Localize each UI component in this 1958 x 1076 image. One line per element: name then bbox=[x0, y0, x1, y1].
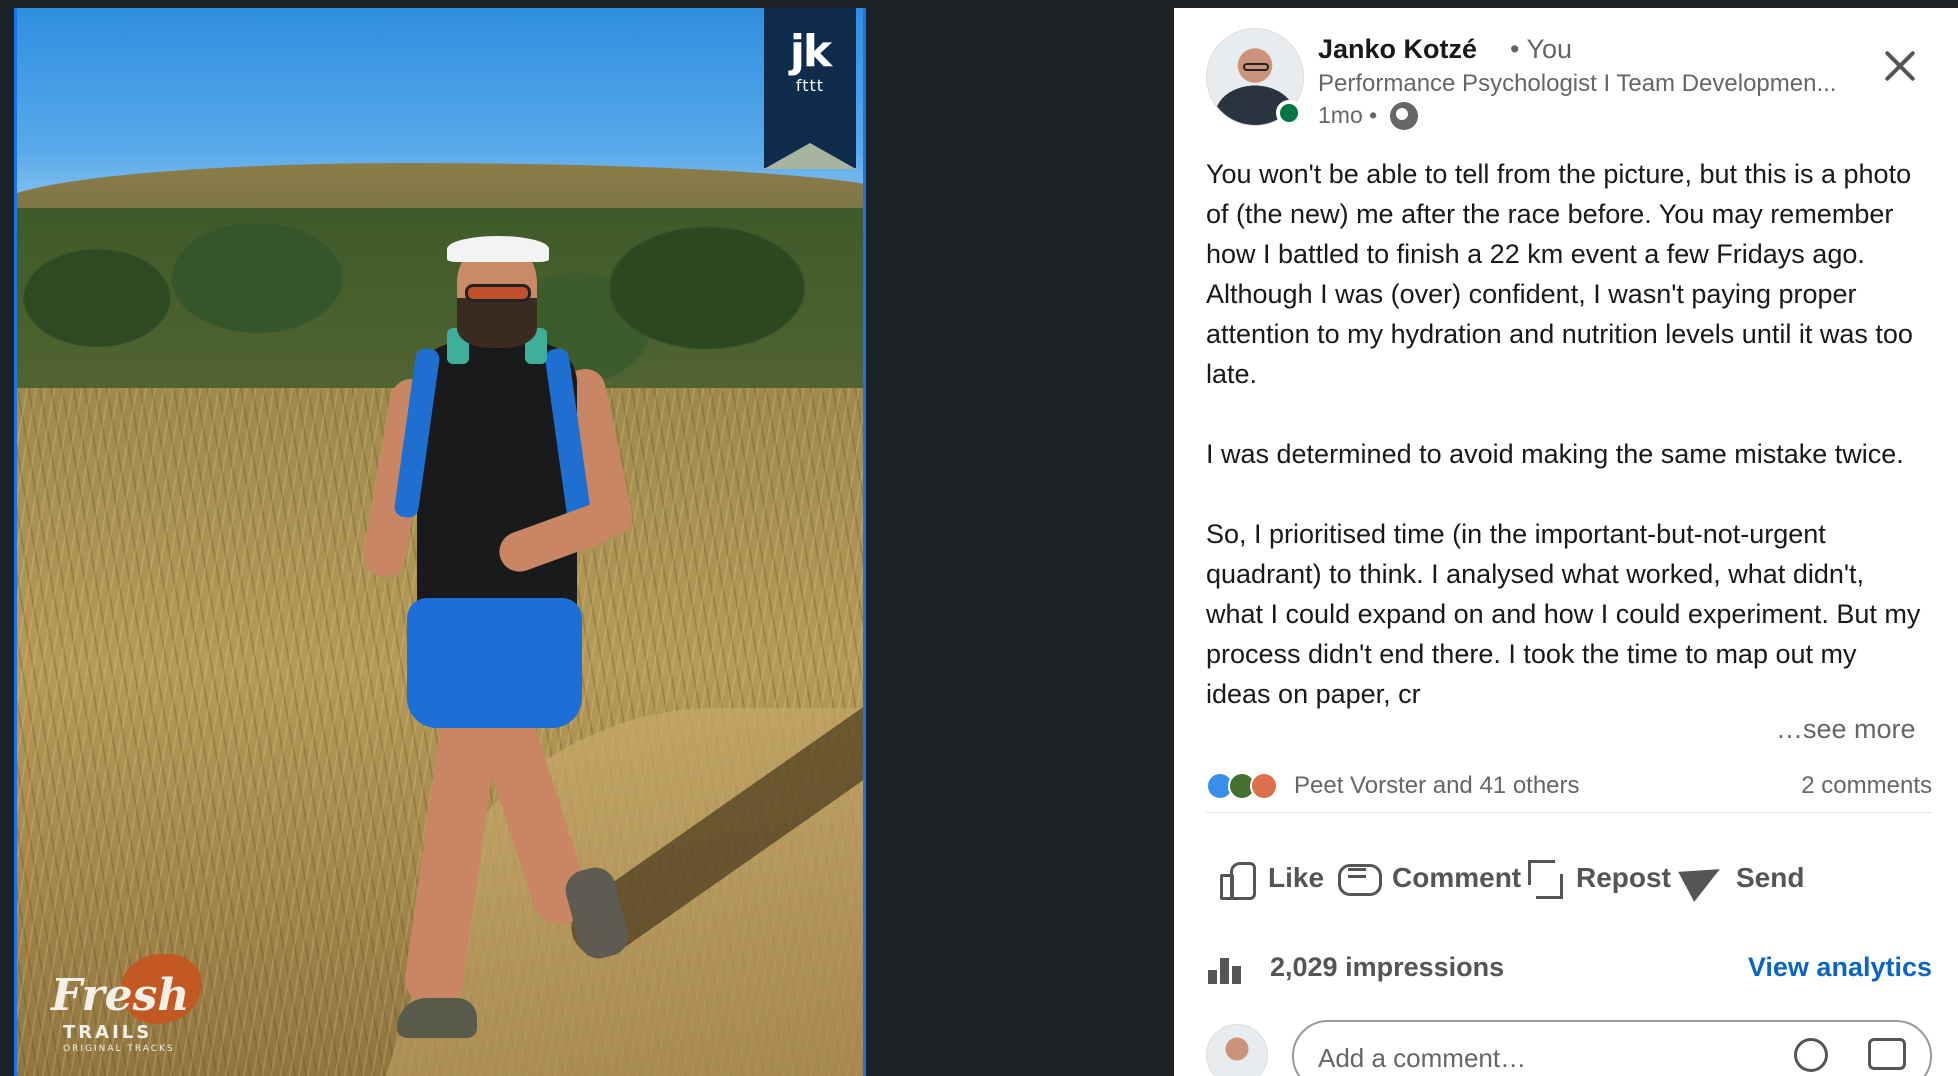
runner-sunglasses bbox=[465, 284, 531, 302]
reactions-count[interactable]: Peet Vorster and 41 others bbox=[1294, 772, 1580, 800]
post-text: You won't be able to tell from the pictu… bbox=[1206, 154, 1926, 714]
ribbon-logo-subtext: fttt bbox=[795, 76, 825, 95]
bar-chart-icon-bar bbox=[1232, 966, 1241, 984]
comment-button[interactable]: Comment bbox=[1336, 848, 1521, 908]
comment-label: Comment bbox=[1392, 862, 1522, 893]
send-icon bbox=[1682, 857, 1724, 899]
repost-label: Repost bbox=[1576, 862, 1671, 893]
comment-input[interactable] bbox=[1318, 1040, 1758, 1076]
repost-button[interactable]: Repost bbox=[1524, 848, 1671, 908]
close-icon[interactable] bbox=[1878, 44, 1922, 88]
viewer-avatar bbox=[1206, 1024, 1268, 1076]
author-relation: • You bbox=[1510, 34, 1573, 64]
author-headline: Performance Psychologist I Team Developm… bbox=[1318, 70, 1837, 97]
comment-icon bbox=[1336, 858, 1382, 898]
post-image[interactable]: jk fttt Fresh TRAILS ORIGINAL TRACKS bbox=[14, 8, 866, 1076]
social-actions: Like Comment Repost Send bbox=[1206, 848, 1946, 908]
bar-chart-icon-bar bbox=[1208, 970, 1217, 984]
post-paragraph: So, I prioritised time (in the important… bbox=[1206, 519, 1921, 709]
like-button[interactable]: Like bbox=[1216, 848, 1324, 908]
online-status-icon bbox=[1276, 100, 1302, 126]
image-viewer: jk fttt Fresh TRAILS ORIGINAL TRACKS bbox=[0, 0, 1174, 1076]
runner-figure bbox=[347, 228, 647, 1048]
runner-shorts bbox=[407, 598, 582, 728]
brand-ribbon-logo: jk fttt bbox=[764, 8, 856, 169]
repost-icon bbox=[1524, 856, 1564, 900]
send-label: Send bbox=[1736, 862, 1805, 893]
see-more-link[interactable]: …see more bbox=[1764, 714, 1916, 745]
logo-fresh-text: Fresh bbox=[51, 970, 190, 1021]
like-icon bbox=[1216, 858, 1256, 900]
divider bbox=[1206, 812, 1932, 813]
impressions-count: 2,029 impressions bbox=[1270, 952, 1505, 982]
view-analytics-link[interactable]: View analytics bbox=[1748, 952, 1932, 983]
bar-chart-icon-bar bbox=[1220, 958, 1229, 984]
comments-count[interactable]: 2 comments bbox=[1801, 772, 1932, 800]
post-modal: jk fttt Fresh TRAILS ORIGINAL TRACKS Jan… bbox=[0, 0, 1958, 1076]
image-icon[interactable] bbox=[1868, 1038, 1906, 1070]
bar-chart-icon bbox=[1206, 952, 1246, 984]
runner-visor bbox=[447, 236, 549, 262]
logo-sub-text: ORIGINAL TRACKS bbox=[63, 1044, 175, 1054]
reactions-bar: Peet Vorster and 41 others 2 comments bbox=[1206, 766, 1932, 806]
globe-icon bbox=[1390, 102, 1418, 130]
author-name[interactable]: Janko Kotzé bbox=[1318, 34, 1477, 65]
avatar-glasses bbox=[1243, 63, 1269, 71]
post-paragraph: I was determined to avoid making the sam… bbox=[1206, 439, 1904, 469]
ribbon-logo-text: jk bbox=[789, 26, 832, 77]
impressions-row: 2,029 impressions View analytics bbox=[1206, 948, 1932, 988]
runner-shoe-left bbox=[397, 998, 477, 1038]
runner-beard bbox=[457, 298, 537, 348]
runner-shoe-right bbox=[561, 863, 633, 963]
fresh-trails-logo: Fresh TRAILS ORIGINAL TRACKS bbox=[51, 948, 211, 1058]
comment-box bbox=[1292, 1020, 1932, 1076]
love-reaction-icon bbox=[1250, 772, 1278, 800]
logo-trails-text: TRAILS bbox=[63, 1022, 153, 1043]
post-paragraph: You won't be able to tell from the pictu… bbox=[1206, 159, 1913, 389]
post-detail-panel: Janko Kotzé • You Performance Psychologi… bbox=[1174, 8, 1958, 1076]
send-button[interactable]: Send bbox=[1682, 848, 1804, 908]
post-timestamp: 1mo • bbox=[1318, 102, 1378, 128]
like-label: Like bbox=[1268, 862, 1325, 893]
emoji-icon[interactable] bbox=[1794, 1038, 1828, 1072]
